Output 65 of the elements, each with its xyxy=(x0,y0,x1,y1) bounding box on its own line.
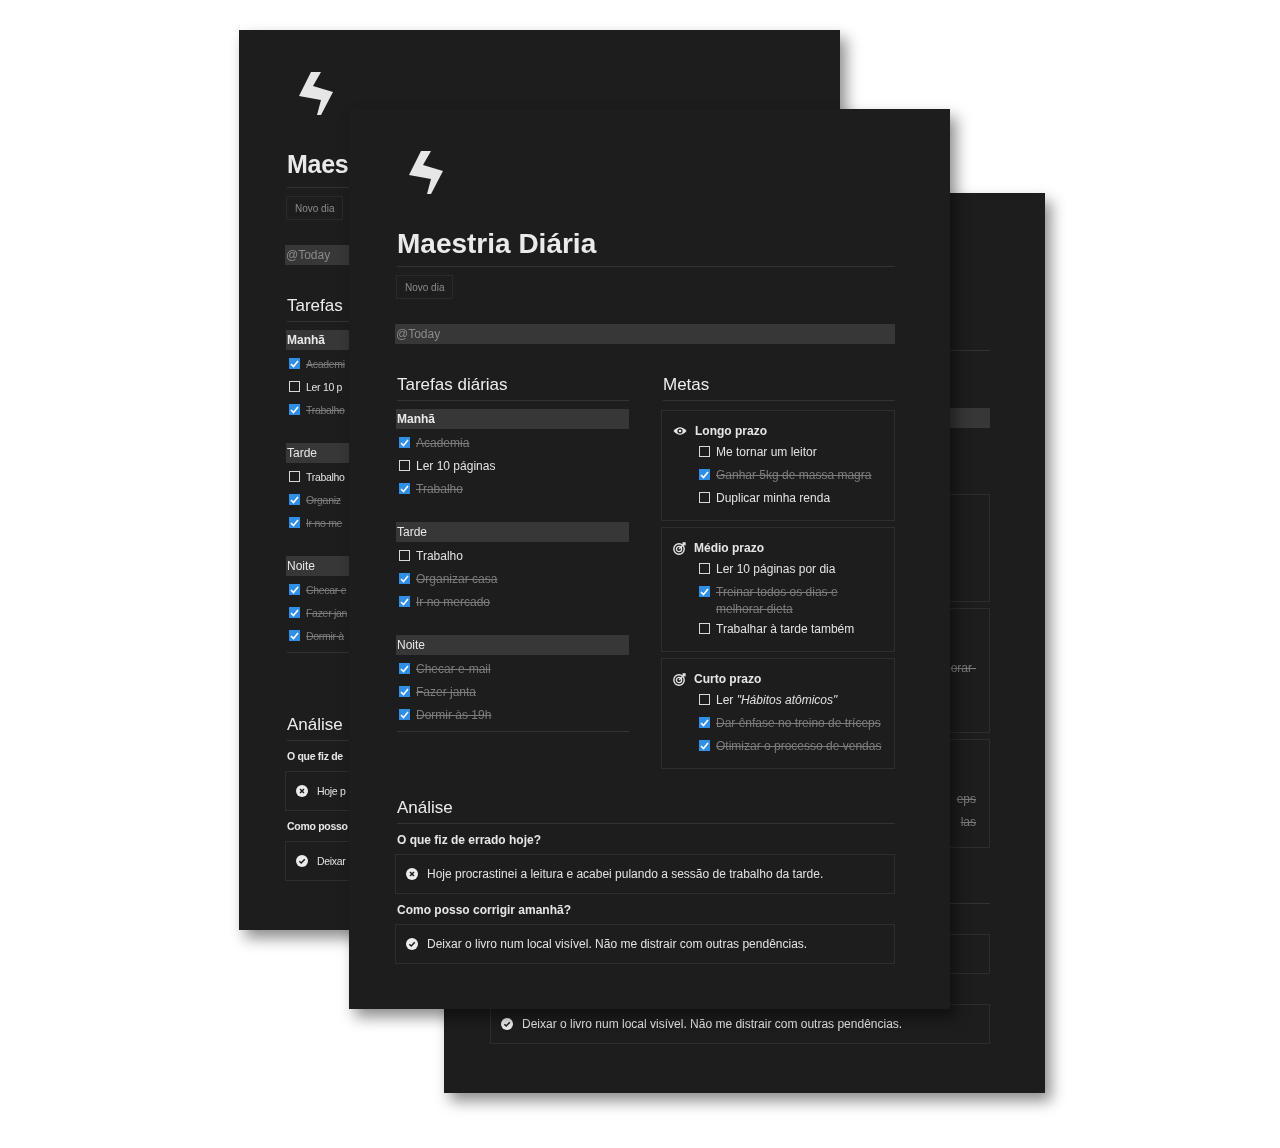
checkbox[interactable] xyxy=(399,460,410,471)
answer-text: Deixar o livro num local visível. Não me distrair com outras pendências. xyxy=(522,1017,903,1031)
eye-icon xyxy=(673,426,687,436)
task-text: Organiz xyxy=(306,493,341,506)
section-heading: Análise xyxy=(287,715,343,735)
checkbox[interactable] xyxy=(289,381,300,392)
question-text: O que fiz de errado hoje? xyxy=(397,833,543,849)
section-heading: Análise xyxy=(397,798,453,818)
goal-text: Me tornar um leitor xyxy=(716,444,817,461)
checkbox[interactable] xyxy=(699,623,710,634)
task-text: Fazer jan xyxy=(306,606,348,619)
task-text: Academi xyxy=(306,357,345,370)
section-heading: Metas xyxy=(663,375,710,395)
task-text: Checar e xyxy=(306,583,347,596)
goal-text: Treinar todos os dias e melhorar dieta xyxy=(716,584,839,618)
task-text: Ir no me xyxy=(306,516,343,529)
page-title: Maes xyxy=(287,150,349,179)
checkbox[interactable] xyxy=(699,446,710,457)
page-title: Maestria Diária xyxy=(397,227,597,260)
question-text: O que fiz de xyxy=(287,750,344,764)
question-text: Como posso corrigir amanhã? xyxy=(397,903,573,919)
group-header: Tarde xyxy=(396,522,629,542)
goal-text: Trabalhar à tarde também xyxy=(716,621,855,638)
target-icon xyxy=(673,541,686,555)
checkbox[interactable] xyxy=(699,694,710,705)
answer-text: Hoje procrastinei a leitura e acabei pulando a sessão de trabalho da tarde. xyxy=(427,867,824,881)
task-text: Ir no mercado xyxy=(416,594,491,609)
checkbox[interactable] xyxy=(699,492,710,503)
task-text: Ler 10 p xyxy=(306,380,343,393)
task-text: Trabalho xyxy=(306,470,345,483)
goal-text: Ler "Hábitos atômicos" xyxy=(716,692,838,709)
goal-text: las xyxy=(960,814,976,831)
checkbox[interactable] xyxy=(699,563,710,574)
goal-text: Otimizar o processo de vendas xyxy=(716,738,882,755)
date-field[interactable]: @Today xyxy=(395,324,895,344)
group-header: Noite xyxy=(396,635,629,655)
section-heading: Tarefas diárias xyxy=(397,375,508,395)
lightning-bolt-icon xyxy=(297,72,333,115)
goal-text: eps xyxy=(956,791,976,808)
task-text: Fazer janta xyxy=(416,684,477,699)
group-header: Manhã xyxy=(396,409,629,429)
lightning-bolt-icon xyxy=(407,151,443,194)
task-text: Trabalho xyxy=(416,481,463,496)
answer-text: Deixar o livro num local visível. Não me distrair com outras pendências. xyxy=(427,937,808,951)
goal-text: Ler 10 páginas por dia xyxy=(716,561,836,578)
goal-text: Ganhar 5kg de massa magra xyxy=(716,467,872,484)
answer-text: Hoje p xyxy=(317,785,346,797)
section-heading: Tarefas xyxy=(287,296,343,316)
new-day-button[interactable]: Novo dia xyxy=(396,275,454,299)
question-text: Como posso xyxy=(287,820,349,834)
goal-text: Dar ênfase no treino de tríceps xyxy=(716,715,881,732)
answer-text: Deixar xyxy=(317,855,346,867)
task-text: Trabalho xyxy=(306,403,345,416)
checkbox[interactable] xyxy=(399,550,410,561)
checkbox[interactable] xyxy=(289,471,300,482)
task-text: Dormir às 19h xyxy=(416,707,492,722)
new-day-button[interactable]: Novo dia xyxy=(286,196,344,220)
task-text: Checar e-mail xyxy=(416,661,491,676)
goal-text: Duplicar minha renda xyxy=(716,490,831,507)
goal-text: orar- xyxy=(950,660,976,677)
task-text: Dormir à xyxy=(306,629,344,642)
goal-title: Longo prazo xyxy=(695,424,767,438)
target-icon xyxy=(673,672,686,686)
goal-title: Curto prazo xyxy=(694,672,762,686)
goal-title: Médio prazo xyxy=(694,541,764,555)
